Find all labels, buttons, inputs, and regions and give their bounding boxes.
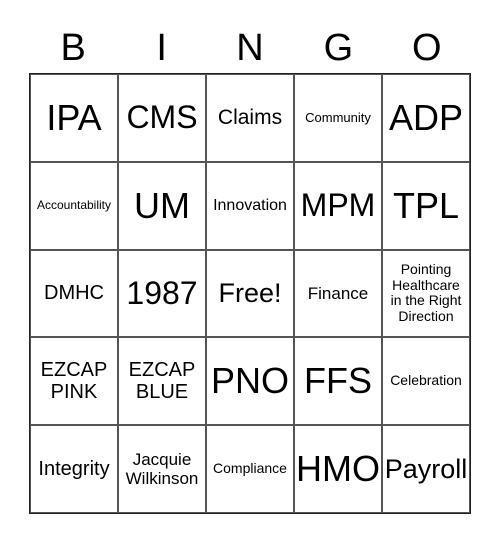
bingo-cell[interactable]: DMHC [30,249,118,338]
bingo-cell-free[interactable]: Free! [206,249,294,338]
bingo-cell[interactable]: FFS [294,337,382,426]
bingo-cell[interactable]: UM [118,161,206,250]
bingo-header: B I N G O [29,22,471,74]
header-letter-i: I [156,27,167,69]
bingo-cell[interactable]: Community [294,74,382,162]
bingo-cell[interactable]: CMS [118,74,206,162]
bingo-cell[interactable]: Pointing Healthcare in the Right Directi… [382,249,470,338]
bingo-cell[interactable]: PNO [206,337,294,426]
header-letter-g: G [323,27,354,69]
bingo-grid: IPA CMS Claims Community ADP Accountabil… [29,73,471,514]
bingo-cell[interactable]: Claims [206,74,294,162]
bingo-cell[interactable]: Celebration [382,337,470,426]
bingo-cell[interactable]: MPM [294,161,382,250]
header-letter-b: B [60,27,86,69]
bingo-cell[interactable]: Jacquie Wilkinson [118,425,206,513]
bingo-cell[interactable]: TPL [382,161,470,250]
bingo-cell[interactable]: EZCAP BLUE [118,337,206,426]
bingo-cell[interactable]: ADP [382,74,470,162]
bingo-cell[interactable]: IPA [30,74,118,162]
bingo-cell[interactable]: HMO [294,425,382,513]
bingo-cell[interactable]: 1987 [118,249,206,338]
bingo-cell[interactable]: EZCAP PINK [30,337,118,426]
bingo-cell[interactable]: Integrity [30,425,118,513]
bingo-cell[interactable]: Accountability [30,161,118,250]
bingo-cell[interactable]: Compliance [206,425,294,513]
bingo-cell[interactable]: Payroll [382,425,470,513]
bingo-cell[interactable]: Finance [294,249,382,338]
header-letter-o: O [412,27,442,69]
bingo-cell[interactable]: Innovation [206,161,294,250]
header-letter-n: N [236,27,264,69]
